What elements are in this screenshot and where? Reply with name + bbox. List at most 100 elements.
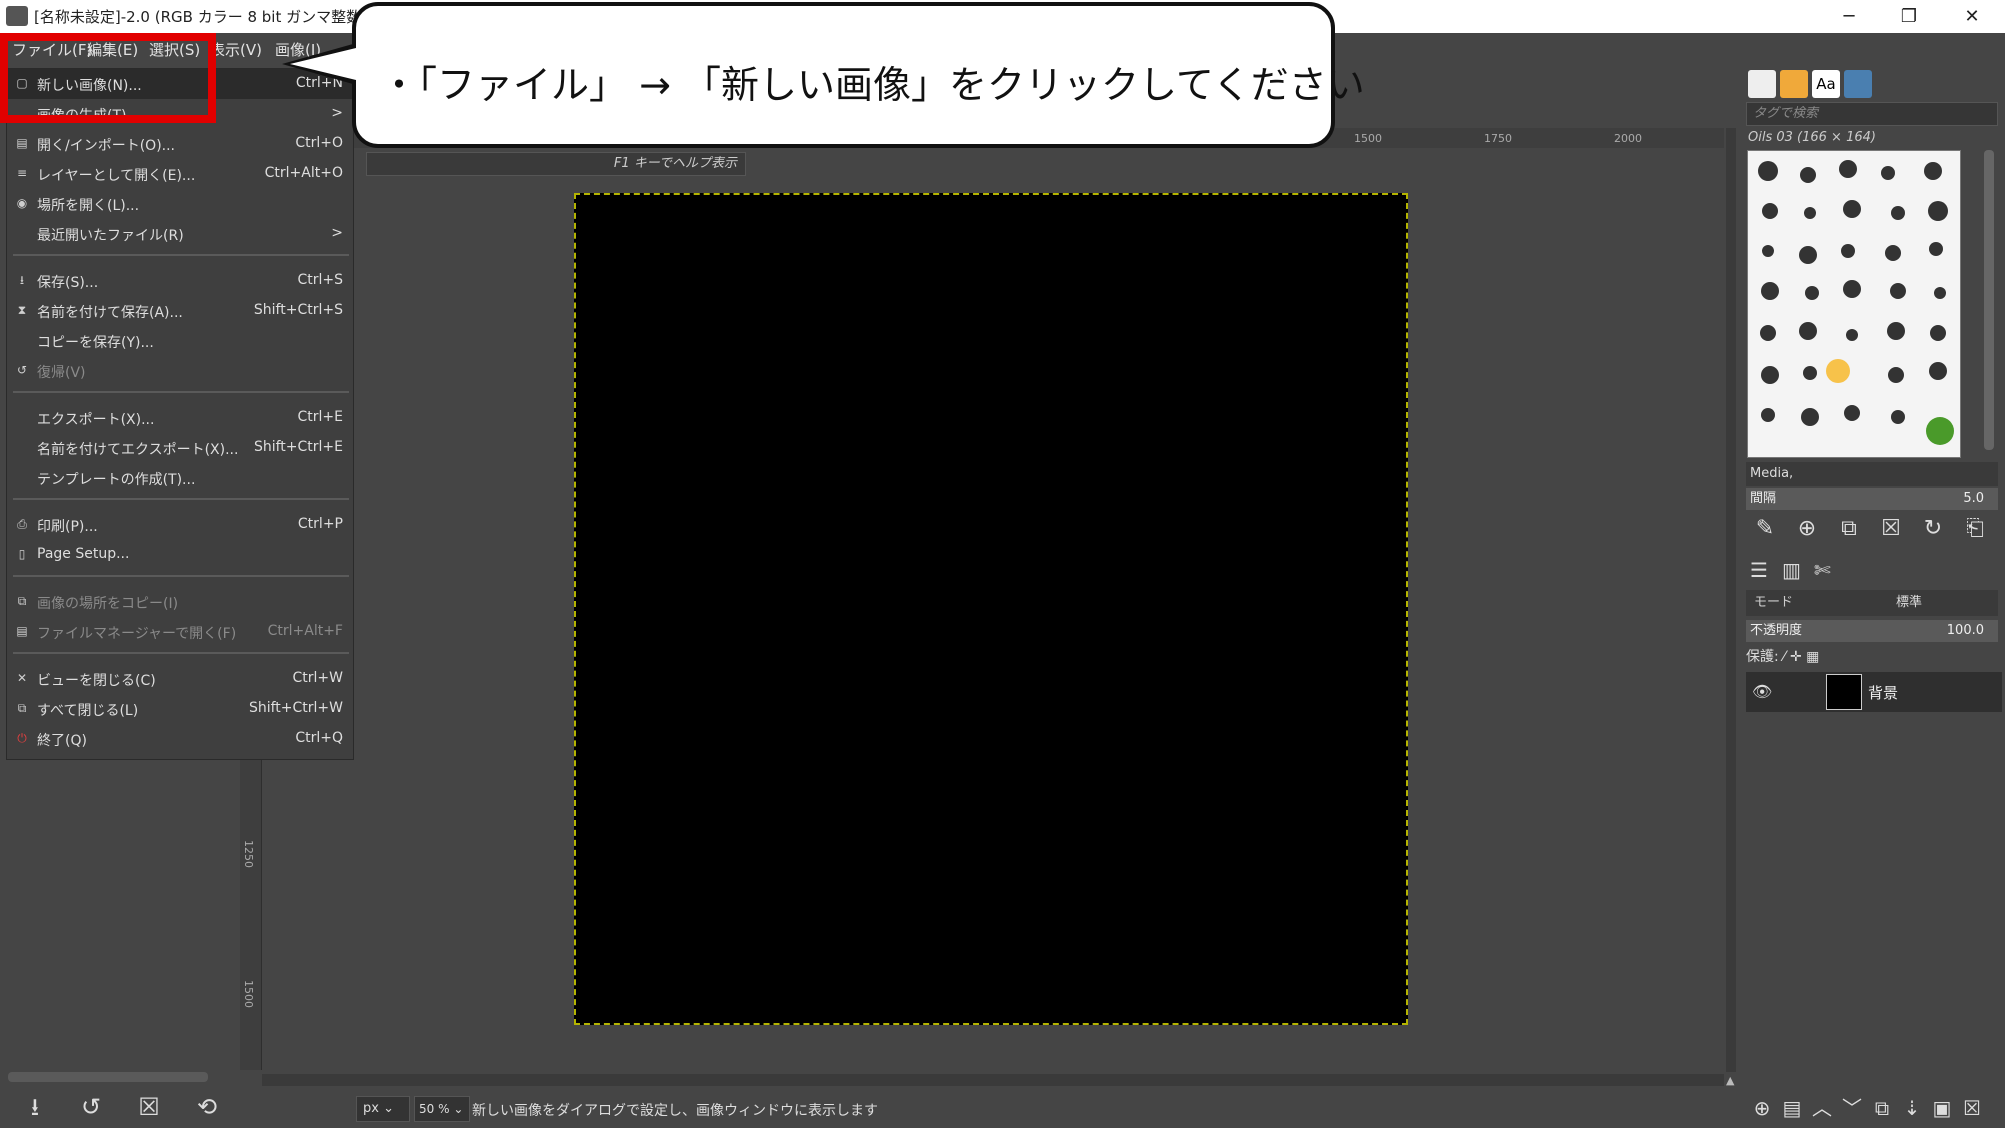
ruler-tick: 2000	[1614, 132, 1642, 145]
layer-name: 背景	[1868, 684, 1899, 702]
menu-item-label: すべて閉じる(L)	[37, 703, 139, 719]
close-view-icon: ✕	[16, 671, 28, 685]
zoom-select[interactable]: 50 % ⌄	[414, 1096, 470, 1122]
mode-value: 標準	[1896, 595, 1923, 610]
menu-item-label: 画像の場所をコピー(I)	[37, 596, 179, 612]
menu-quit[interactable]: ⏻ 終了(Q) Ctrl+Q	[7, 724, 355, 754]
brush-scrollbar[interactable]	[1984, 150, 1994, 450]
brush-tag-select[interactable]: Media,	[1746, 462, 1998, 486]
lock-pixels-icon[interactable]: ⁄	[1783, 649, 1790, 665]
mask-layer-icon[interactable]: ▣	[1928, 1094, 1956, 1122]
gimp-app-icon	[6, 6, 28, 26]
opacity-slider[interactable]: 不透明度 100.0	[1746, 620, 1998, 642]
new-layer-icon[interactable]: ⊕	[1748, 1094, 1776, 1122]
channels-tab-icon[interactable]: ▥	[1782, 558, 1801, 582]
vertical-scrollbar[interactable]	[1726, 128, 1736, 1072]
navigate-icon[interactable]: ▲	[1726, 1074, 1738, 1087]
delete-icon[interactable]: ☒	[134, 1092, 164, 1122]
open-as-layers-icon: ≡	[16, 166, 28, 180]
file-menu-dropdown: ▢ 新しい画像(N)... Ctrl+N 画像の生成(T) > ▤ 開く/インポート(O…	[6, 68, 355, 760]
menu-separator	[13, 391, 349, 393]
maximize-button[interactable]: ❐	[1879, 0, 1939, 33]
lock-position-icon[interactable]: ✛	[1790, 649, 1806, 665]
menu-separator	[13, 652, 349, 654]
save-options-icon[interactable]: ⭳	[20, 1092, 50, 1122]
menu-view[interactable]: 表示(V)	[210, 39, 262, 60]
menu-item-label: コピーを保存(Y)...	[37, 335, 154, 351]
patterns-tab-icon[interactable]	[1780, 70, 1808, 98]
minimize-button[interactable]: ─	[1819, 0, 1879, 33]
open-brush-icon[interactable]: ⎗	[1960, 514, 1990, 544]
menu-save-as[interactable]: ⧗ 名前を付けて保存(A)... Shift+Ctrl+S	[7, 296, 355, 326]
duplicate-brush-icon[interactable]: ⧉	[1834, 514, 1864, 544]
submenu-arrow-icon: >	[331, 105, 343, 121]
menu-open-as-layers[interactable]: ≡ レイヤーとして開く(E)... Ctrl+Alt+O	[7, 159, 355, 189]
duplicate-layer-icon[interactable]: ⧉	[1868, 1094, 1896, 1122]
unit-value: px	[363, 1101, 379, 1116]
window-title: [名称未設定]-2.0 (RGB カラー 8 bit ガンマ整数, GI	[34, 8, 387, 26]
menu-item-shortcut: Ctrl+Alt+O	[264, 165, 343, 181]
save-icon: ⭳	[19, 273, 25, 287]
horizontal-scrollbar[interactable]	[262, 1074, 1724, 1086]
edit-brush-icon[interactable]: ✎	[1750, 514, 1780, 544]
reset-icon[interactable]: ⟲	[192, 1092, 222, 1122]
help-hint: F1 キーでヘルプ表示	[366, 152, 746, 176]
menu-item-shortcut: Ctrl+E	[297, 409, 344, 425]
menu-open[interactable]: ▤ 開く/インポート(O)... Ctrl+O	[7, 129, 355, 159]
image-canvas[interactable]	[574, 193, 1408, 1025]
menu-item-label: 開く/インポート(O)...	[37, 138, 176, 154]
menu-save-copy[interactable]: コピーを保存(Y)...	[7, 326, 355, 356]
delete-brush-icon[interactable]: ☒	[1876, 514, 1906, 544]
open-icon: ▤	[16, 136, 28, 150]
layers-tabs: ☰ ▥ ✄	[1746, 556, 1998, 586]
menu-open-location[interactable]: ◉ 場所を開く(L)...	[7, 189, 355, 219]
gradients-tab-icon[interactable]	[1844, 70, 1872, 98]
brush-name: Oils 03 (166 × 164)	[1748, 130, 1876, 145]
lock-label: 保護:	[1746, 649, 1779, 665]
submenu-arrow-icon: >	[331, 225, 343, 241]
new-brush-icon[interactable]: ⊕	[1792, 514, 1822, 544]
brushes-tab-icon[interactable]	[1748, 70, 1776, 98]
merge-layer-icon[interactable]: ⇣	[1898, 1094, 1926, 1122]
menu-item-shortcut: Shift+Ctrl+W	[248, 700, 343, 716]
menu-page-setup[interactable]: ▯ Page Setup...	[7, 540, 355, 570]
menu-item-label: Page Setup...	[37, 546, 130, 562]
menu-export[interactable]: エクスポート(X)... Ctrl+E	[7, 403, 355, 433]
close-button[interactable]: ✕	[1942, 0, 2002, 33]
menu-create-template[interactable]: テンプレートの作成(T)...	[7, 463, 355, 493]
restore-icon[interactable]: ↺	[76, 1092, 106, 1122]
instruction-callout: ・「ファイル」 → 「新しい画像」をクリックしてください	[352, 2, 1365, 148]
menu-open-recent[interactable]: 最近開いたファイル(R) >	[7, 219, 355, 249]
delete-layer-icon[interactable]: ☒	[1958, 1094, 1986, 1122]
lower-layer-icon[interactable]: ﹀	[1838, 1094, 1866, 1122]
menu-export-as[interactable]: 名前を付けてエクスポート(X)... Shift+Ctrl+E	[7, 433, 355, 463]
brush-tag-filter-input[interactable]: タグで検索	[1746, 102, 1998, 126]
layers-tab-icon[interactable]: ☰	[1750, 558, 1768, 582]
visibility-eye-icon[interactable]: 👁	[1752, 682, 1772, 701]
print-icon: ⎙	[17, 517, 27, 531]
menu-item-label: 保存(S)...	[37, 275, 99, 291]
quit-icon: ⏻	[17, 731, 27, 745]
opacity-value: 100.0	[1946, 623, 1984, 638]
menu-print[interactable]: ⎙ 印刷(P)... Ctrl+P	[7, 510, 355, 540]
menu-save[interactable]: ⭳ 保存(S)... Ctrl+S	[7, 266, 355, 296]
unit-select[interactable]: px ⌄	[356, 1096, 410, 1122]
menu-item-shortcut: Shift+Ctrl+S	[253, 302, 343, 318]
menu-close-all[interactable]: ⧉ すべて閉じる(L) Shift+Ctrl+W	[7, 694, 355, 724]
layer-mode-select[interactable]: モード 標準	[1746, 590, 1998, 616]
refresh-brushes-icon[interactable]: ↻	[1918, 514, 1948, 544]
menu-close-view[interactable]: ✕ ビューを閉じる(C) Ctrl+W	[7, 664, 355, 694]
menu-separator	[13, 575, 349, 577]
page-setup-icon: ▯	[18, 547, 26, 561]
new-layer-group-icon[interactable]: ▤	[1778, 1094, 1806, 1122]
toolbox-scrollbar[interactable]	[8, 1072, 208, 1082]
fonts-tab-icon[interactable]: Aa	[1812, 70, 1840, 98]
spacing-slider[interactable]: 間隔 5.0	[1746, 488, 1998, 510]
raise-layer-icon[interactable]: ︿	[1808, 1094, 1836, 1122]
lock-alpha-icon[interactable]: ▦	[1806, 649, 1819, 665]
brush-grid[interactable]	[1747, 150, 1961, 458]
opacity-label: 不透明度	[1750, 623, 1803, 638]
paths-tab-icon[interactable]: ✄	[1814, 558, 1831, 582]
menu-separator	[13, 498, 349, 500]
menu-item-shortcut: Ctrl+O	[295, 135, 343, 151]
